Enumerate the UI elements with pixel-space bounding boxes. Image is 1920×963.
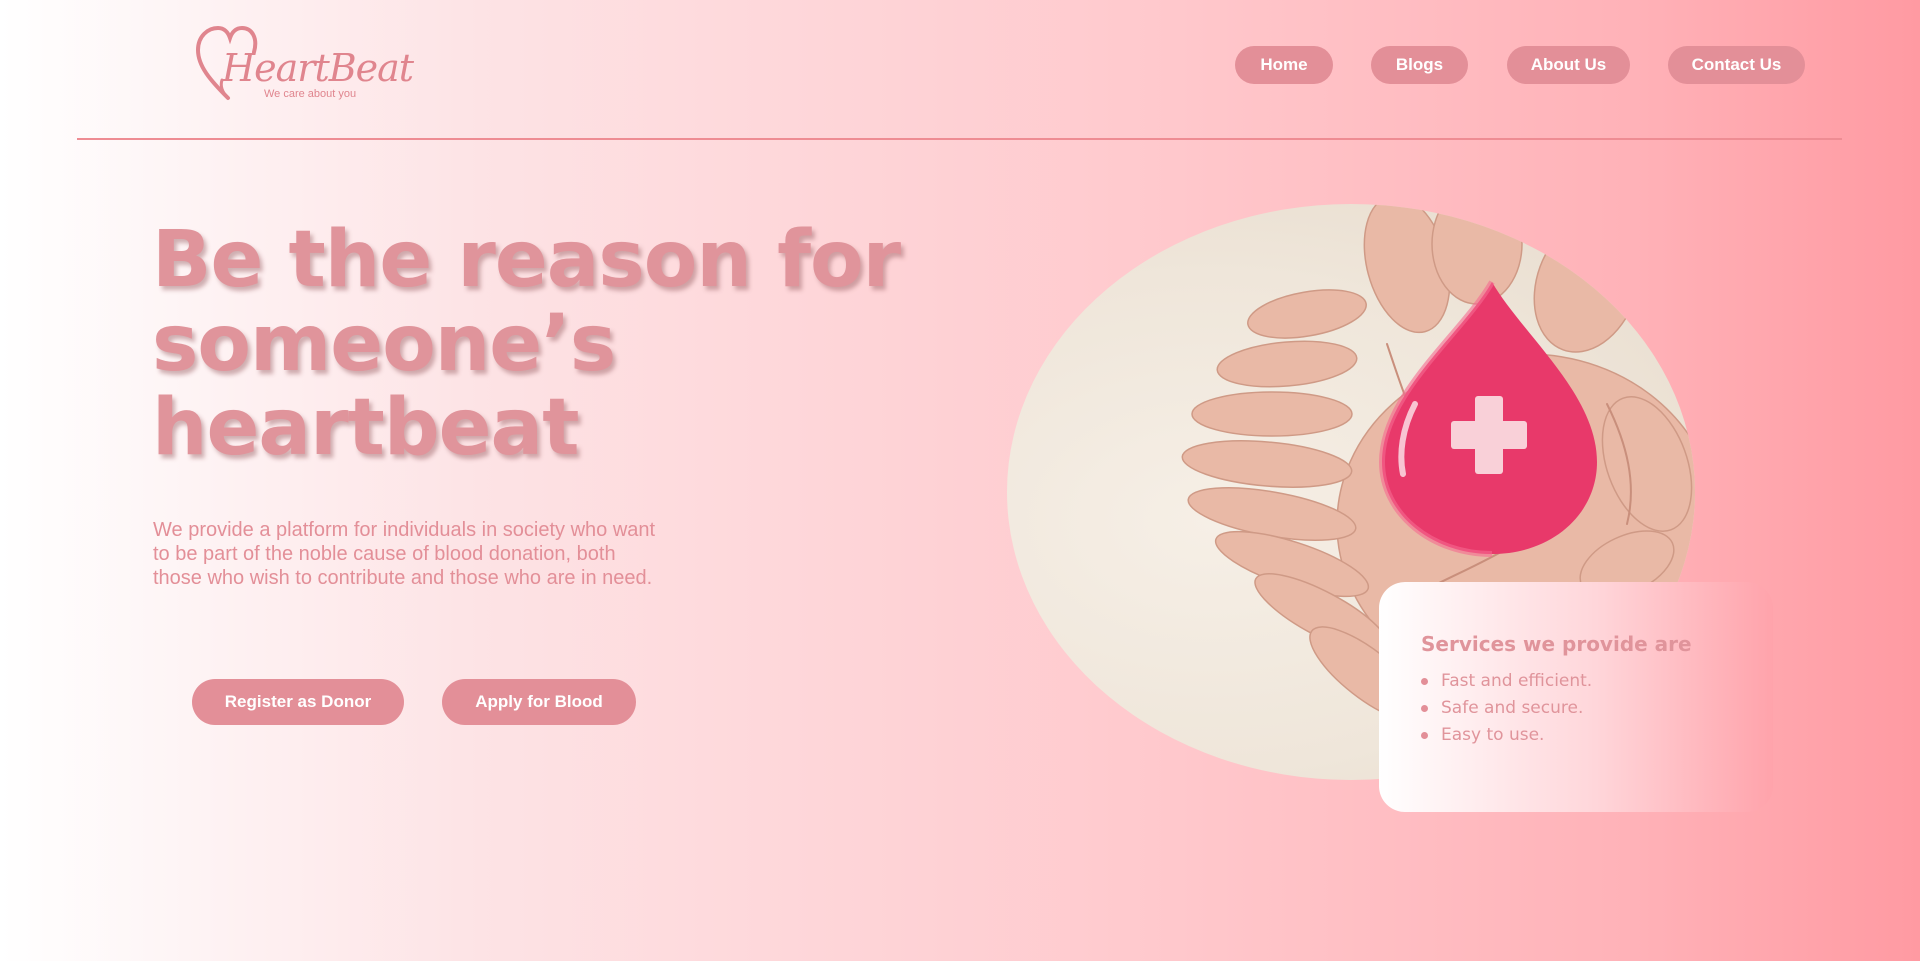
service-label: Easy to use.	[1441, 725, 1545, 745]
list-item: Fast and efficient.	[1421, 668, 1592, 695]
bullet-icon	[1421, 732, 1428, 739]
nav-about-button[interactable]: About Us	[1507, 46, 1630, 84]
apply-blood-button[interactable]: Apply for Blood	[442, 679, 636, 725]
main-nav: Home Blogs About Us Contact Us	[0, 46, 1920, 84]
bullet-icon	[1421, 705, 1428, 712]
nav-contact-button[interactable]: Contact Us	[1668, 46, 1805, 84]
list-item: Safe and secure.	[1421, 695, 1592, 722]
headline-line-1: Be the reason for	[152, 215, 901, 305]
services-list: Fast and efficient. Safe and secure. Eas…	[1421, 668, 1592, 749]
services-title: Services we provide are	[1421, 632, 1692, 656]
service-label: Safe and secure.	[1441, 698, 1584, 718]
list-item: Easy to use.	[1421, 722, 1592, 749]
service-label: Fast and efficient.	[1441, 671, 1593, 691]
header-divider	[77, 138, 1842, 140]
services-card: Services we provide are Fast and efficie…	[1379, 582, 1773, 812]
register-donor-button[interactable]: Register as Donor	[192, 679, 404, 725]
bullet-icon	[1421, 678, 1428, 685]
page: HeartBeat We care about you Home Blogs A…	[0, 0, 1920, 963]
nav-home-button[interactable]: Home	[1235, 46, 1333, 84]
nav-blogs-button[interactable]: Blogs	[1371, 46, 1468, 84]
hero-description: We provide a platform for individuals in…	[153, 519, 656, 589]
logo-tagline: We care about you	[264, 88, 357, 100]
headline-line-2: someone’s	[152, 299, 616, 389]
hero-headline: Be the reason for someone’s heartbeat	[152, 218, 912, 470]
headline-line-3: heartbeat	[152, 383, 579, 473]
